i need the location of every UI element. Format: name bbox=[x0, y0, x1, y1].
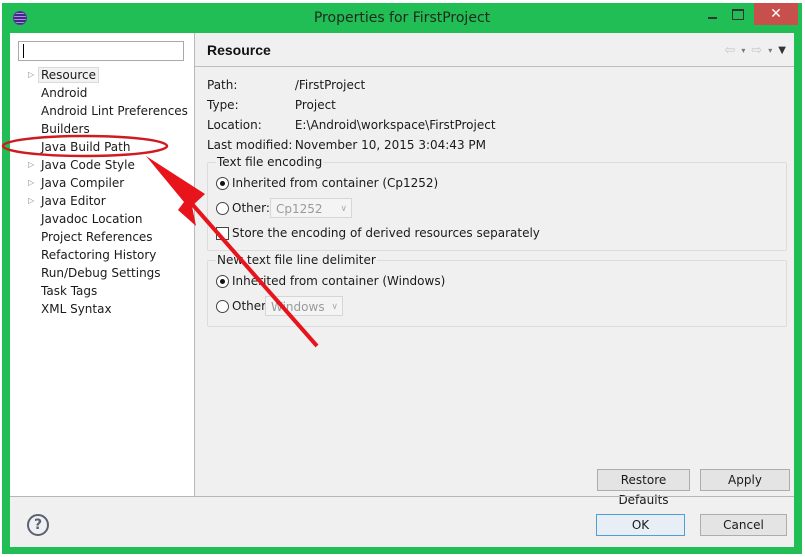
type-value: Project bbox=[294, 98, 336, 112]
select-value: Windows bbox=[271, 300, 325, 314]
tree-item[interactable]: ▷ Java Code Style bbox=[10, 156, 194, 174]
tree-item-label: XML Syntax bbox=[41, 302, 112, 316]
chevron-down-icon: ∨ bbox=[340, 204, 347, 214]
tree-item-label: Android Lint Preferences bbox=[41, 104, 188, 118]
tree-item[interactable]: Android Lint Preferences bbox=[10, 102, 194, 120]
delimiter-inherited-option[interactable]: Inherited from container (Windows) bbox=[216, 271, 445, 291]
path-value: /FirstProject bbox=[294, 78, 366, 92]
tree-item[interactable]: Java Build Path bbox=[10, 138, 194, 156]
group-title: New text file line delimiter bbox=[216, 253, 377, 267]
store-encoding-option[interactable]: Store the encoding of derived resources … bbox=[216, 223, 540, 243]
line-delimiter-group: New text file line delimiter Inherited f… bbox=[207, 253, 787, 327]
encoding-inherited-option[interactable]: Inherited from container (Cp1252) bbox=[216, 173, 438, 193]
delimiter-select[interactable]: Windows ∨ bbox=[265, 296, 343, 316]
option-label: Inherited from container (Windows) bbox=[232, 274, 446, 288]
last-modified-value: November 10, 2015 3:04:43 PM bbox=[294, 138, 486, 152]
restore-defaults-button[interactable]: Restore Defaults bbox=[597, 469, 690, 507]
footer-separator bbox=[10, 496, 794, 497]
location-label: Location: bbox=[207, 118, 262, 132]
location-row: Location: E:\Android\workspace\FirstProj… bbox=[207, 115, 496, 135]
tree-item-label: Java Editor bbox=[41, 194, 106, 208]
tree-item-label: Run/Debug Settings bbox=[41, 266, 161, 280]
close-button[interactable]: ✕ bbox=[754, 3, 798, 25]
expand-arrow-icon[interactable]: ▷ bbox=[28, 192, 36, 210]
cancel-button[interactable]: Cancel bbox=[700, 514, 787, 536]
tree-item-label: Javadoc Location bbox=[41, 212, 143, 226]
delimiter-other-option[interactable]: Other: bbox=[216, 296, 270, 316]
window-title: Properties for FirstProject bbox=[313, 10, 491, 26]
tree-item-label: Android bbox=[41, 86, 88, 100]
back-arrow-icon[interactable]: ⇦ bbox=[724, 43, 735, 58]
select-value: Cp1252 bbox=[276, 202, 323, 216]
properties-dialog: Properties for FirstProject ✕ ▷ Resource A… bbox=[2, 3, 802, 554]
forward-arrow-icon[interactable]: ⇨ bbox=[751, 43, 762, 58]
option-label: Other: bbox=[232, 201, 270, 215]
checkbox[interactable] bbox=[216, 226, 229, 240]
dialog-client: ▷ Resource Android Android Lint Preferences… bbox=[10, 33, 794, 547]
minimize-button[interactable] bbox=[699, 3, 725, 25]
page-navigation: ⇦ ▾ ⇨ ▾ ▼ bbox=[724, 43, 786, 58]
last-modified-row: Last modified: November 10, 2015 3:04:43… bbox=[207, 135, 496, 155]
minimize-icon bbox=[707, 17, 717, 19]
tree-item-label: Project References bbox=[41, 230, 153, 244]
tree-item[interactable]: Run/Debug Settings bbox=[10, 264, 194, 282]
tree-item-label: Task Tags bbox=[41, 284, 98, 298]
radio-unselected[interactable] bbox=[216, 201, 229, 215]
maximize-icon bbox=[732, 8, 744, 20]
resource-properties: Path: /FirstProject Type: Project Locati… bbox=[207, 75, 496, 155]
path-label: Path: bbox=[207, 78, 238, 92]
option-label: Store the encoding of derived resources … bbox=[232, 226, 540, 240]
path-row: Path: /FirstProject bbox=[207, 75, 496, 95]
tree-item[interactable]: ▷ Java Compiler bbox=[10, 174, 194, 192]
tree-item[interactable]: Refactoring History bbox=[10, 246, 194, 264]
tree-item[interactable]: ▷ Java Editor bbox=[10, 192, 194, 210]
page-title: Resource bbox=[207, 42, 271, 58]
text-caret bbox=[23, 44, 24, 58]
last-modified-label: Last modified: bbox=[207, 138, 293, 152]
tree-item-label: Resource bbox=[38, 67, 100, 83]
forward-dropdown-icon[interactable]: ▾ bbox=[768, 46, 772, 55]
help-icon[interactable]: ? bbox=[27, 514, 49, 536]
radio-selected[interactable] bbox=[216, 274, 229, 288]
option-label: Inherited from container (Cp1252) bbox=[232, 176, 439, 190]
category-tree: ▷ Resource Android Android Lint Preferences… bbox=[10, 66, 194, 318]
type-label: Type: bbox=[207, 98, 239, 112]
page-header: Resource ⇦ ▾ ⇨ ▾ ▼ bbox=[195, 33, 794, 67]
radio-unselected[interactable] bbox=[216, 299, 229, 313]
tree-item-label: Java Build Path bbox=[41, 140, 131, 154]
tree-item-label: Builders bbox=[41, 122, 90, 136]
maximize-button[interactable] bbox=[725, 3, 751, 25]
category-tree-pane: ▷ Resource Android Android Lint Preferences… bbox=[10, 33, 195, 496]
ok-button[interactable]: OK bbox=[596, 514, 685, 536]
encoding-other-option[interactable]: Other: bbox=[216, 198, 270, 218]
apply-button[interactable]: Apply bbox=[700, 469, 790, 491]
filter-input[interactable] bbox=[18, 41, 184, 61]
tree-item[interactable]: Project References bbox=[10, 228, 194, 246]
tree-item-label: Java Compiler bbox=[41, 176, 125, 190]
text-file-encoding-group: Text file encoding Inherited from contai… bbox=[207, 155, 787, 251]
tree-item[interactable]: Builders bbox=[10, 120, 194, 138]
tree-item-label: Java Code Style bbox=[41, 158, 135, 172]
expand-arrow-icon[interactable]: ▷ bbox=[28, 66, 36, 84]
property-page: Resource ⇦ ▾ ⇨ ▾ ▼ Path: /FirstProject T… bbox=[195, 33, 794, 507]
radio-selected[interactable] bbox=[216, 176, 229, 190]
expand-arrow-icon[interactable]: ▷ bbox=[28, 156, 36, 174]
tree-item[interactable]: ▷ Resource bbox=[10, 66, 194, 84]
back-dropdown-icon[interactable]: ▾ bbox=[741, 46, 745, 55]
tree-item[interactable]: Task Tags bbox=[10, 282, 194, 300]
tree-item[interactable]: Javadoc Location bbox=[10, 210, 194, 228]
chevron-down-icon: ∨ bbox=[331, 302, 338, 312]
expand-arrow-icon[interactable]: ▷ bbox=[28, 174, 36, 192]
view-menu-icon[interactable]: ▼ bbox=[778, 45, 786, 56]
tree-item[interactable]: Android bbox=[10, 84, 194, 102]
title-bar[interactable]: Properties for FirstProject ✕ bbox=[2, 3, 802, 33]
tree-item[interactable]: XML Syntax bbox=[10, 300, 194, 318]
encoding-select[interactable]: Cp1252 ∨ bbox=[270, 198, 352, 218]
location-value: E:\Android\workspace\FirstProject bbox=[294, 118, 496, 132]
type-row: Type: Project bbox=[207, 95, 496, 115]
tree-item-label: Refactoring History bbox=[41, 248, 157, 262]
group-title: Text file encoding bbox=[216, 155, 324, 169]
